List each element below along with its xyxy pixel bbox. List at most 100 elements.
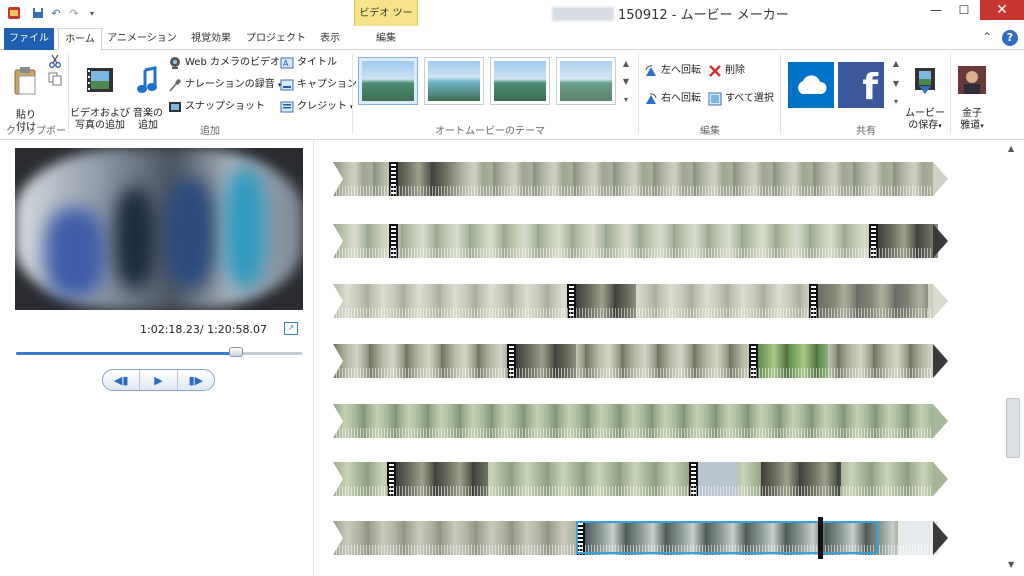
delete-button[interactable]: 削除 [708,62,745,80]
window-title: 150912 - ムービー メーカー [552,4,789,23]
title-button[interactable]: A タイトル [280,54,337,72]
storyboard-scrollbar[interactable]: ▲ ▼ [1002,140,1024,576]
scroll-down-icon[interactable]: ▼ [1008,560,1014,569]
rotate-left-button[interactable]: 左へ回転 [644,62,701,80]
preview-figure-blur [165,178,215,288]
share-scroll-up-icon[interactable]: ▲ [890,56,902,72]
strip-start-notch [333,344,343,378]
maximize-button[interactable]: ☐ [950,0,978,20]
customize-icon[interactable]: ▾ [84,5,100,21]
theme-thumbnail[interactable] [490,57,550,105]
gallery-scroll-up-icon[interactable]: ▲ [620,56,632,72]
theme-preview-image [560,61,612,101]
fullscreen-icon[interactable]: ↗ [284,322,298,335]
tab-project[interactable]: プロジェクト [244,28,308,50]
select-all-button[interactable]: すべて選択 [708,90,774,108]
select-all-icon [708,92,722,106]
scrollbar-thumb[interactable] [1006,398,1020,458]
clip-strip[interactable] [333,404,948,438]
save-movie-button[interactable]: ムービー の保存▾ [902,54,948,132]
caption-label: キャプション [297,79,357,90]
theme-thumbnail[interactable] [424,57,484,105]
seek-thumb[interactable] [228,347,243,357]
redacted-filename [552,7,614,21]
group-separator [638,54,639,134]
preview-pane: 1:02:18.23/ 1:20:58.07 ↗ ◀▮ ▶ ▮▶ [0,140,314,576]
delete-label: 削除 [725,65,745,76]
playback-controls: ◀▮ ▶ ▮▶ [102,369,215,391]
strip-start-notch [333,404,343,438]
preview-figure-blur [115,188,155,288]
previous-frame-icon[interactable]: ◀▮ [103,370,141,390]
dropdown-arrow-icon: ▾ [938,122,942,130]
gallery-scroll-down-icon[interactable]: ▼ [620,74,632,90]
save-icon[interactable] [30,5,46,21]
rotate-left-icon [645,65,656,76]
tab-view[interactable]: 表示 [312,28,348,50]
theme-thumbnail[interactable] [556,57,616,105]
clip-strip[interactable] [333,462,948,496]
rotate-right-button[interactable]: 右へ回転 [644,90,701,108]
cut-button[interactable] [48,52,62,70]
select-all-label: すべて選択 [725,93,774,104]
add-video-photo-button[interactable]: ビデオおよび 写真の追加 [70,54,130,132]
undo-icon[interactable]: ↶ [48,5,64,21]
snapshot-button[interactable]: スナップショット [168,98,265,116]
rotate-right-icon [646,93,657,104]
facebook-share-button[interactable]: f [838,62,884,108]
play-icon[interactable]: ▶ [140,370,178,390]
timecode-display: 1:02:18.23/ 1:20:58.07 [140,323,267,336]
paste-icon [14,67,36,95]
minimize-button[interactable]: — [922,0,950,20]
group-separator [68,54,69,134]
close-button[interactable]: ✕ [980,0,1024,20]
next-frame-icon[interactable]: ▮▶ [178,370,214,390]
share-more-icon[interactable]: ▾ [890,94,902,110]
title-label: タイトル [297,57,337,68]
audio-waveform [333,368,933,378]
add-music-button[interactable]: 音楽の 追加 [130,54,166,132]
scissors-icon [49,54,61,68]
microphone-icon [169,79,181,92]
dropdown-arrow-icon: ▾ [980,122,984,130]
theme-thumbnail[interactable] [358,57,418,105]
webcam-video-button[interactable]: Web カメラのビデオ [168,54,280,72]
tab-home[interactable]: ホーム [58,28,102,51]
app-icon[interactable] [6,5,22,21]
onedrive-share-button[interactable] [788,62,834,108]
gallery-more-icon[interactable]: ▾ [620,92,632,108]
tab-edit[interactable]: 編集 [354,28,418,50]
caption-button[interactable]: キャプション [280,76,357,94]
strip-start-notch [333,284,343,318]
account-button[interactable]: 金子 雅道▾ [954,54,990,132]
clip-strip[interactable] [333,224,948,258]
collapse-ribbon-icon[interactable]: ⌃ [982,30,992,44]
tab-animation[interactable]: アニメーション [106,28,178,50]
credits-button[interactable]: クレジット▾ [280,98,354,116]
preview-figure-blur [225,168,265,288]
add-video-photo-label: ビデオおよび 写真の追加 [70,108,130,131]
playhead-marker[interactable] [818,517,823,559]
tab-file[interactable]: ファイル [4,28,54,50]
scroll-up-icon[interactable]: ▲ [1008,144,1014,153]
theme-preview-image [362,61,414,101]
video-preview[interactable] [15,148,303,310]
clip-strip[interactable] [333,162,948,196]
webcam-icon [170,57,180,69]
group-separator [352,54,353,134]
redo-icon[interactable]: ↷ [66,5,82,21]
snapshot-icon [169,102,181,112]
strip-continue-arrow [933,521,948,555]
clip-strip[interactable] [333,284,948,318]
themes-group-label: オートムービーのテーマ [435,126,545,137]
strip-start-notch [333,224,343,258]
clip-strip[interactable] [333,344,948,378]
share-scroll-down-icon[interactable]: ▼ [890,76,902,92]
add-music-label: 音楽の 追加 [133,108,163,131]
help-icon[interactable]: ? [1002,30,1018,46]
record-narration-button[interactable]: ナレーションの録音 ▾ [168,76,281,94]
facebook-icon: f [862,67,878,108]
seek-slider[interactable] [16,347,302,357]
copy-button[interactable] [48,70,62,88]
tab-visual-effects[interactable]: 視覚効果 [182,28,240,50]
